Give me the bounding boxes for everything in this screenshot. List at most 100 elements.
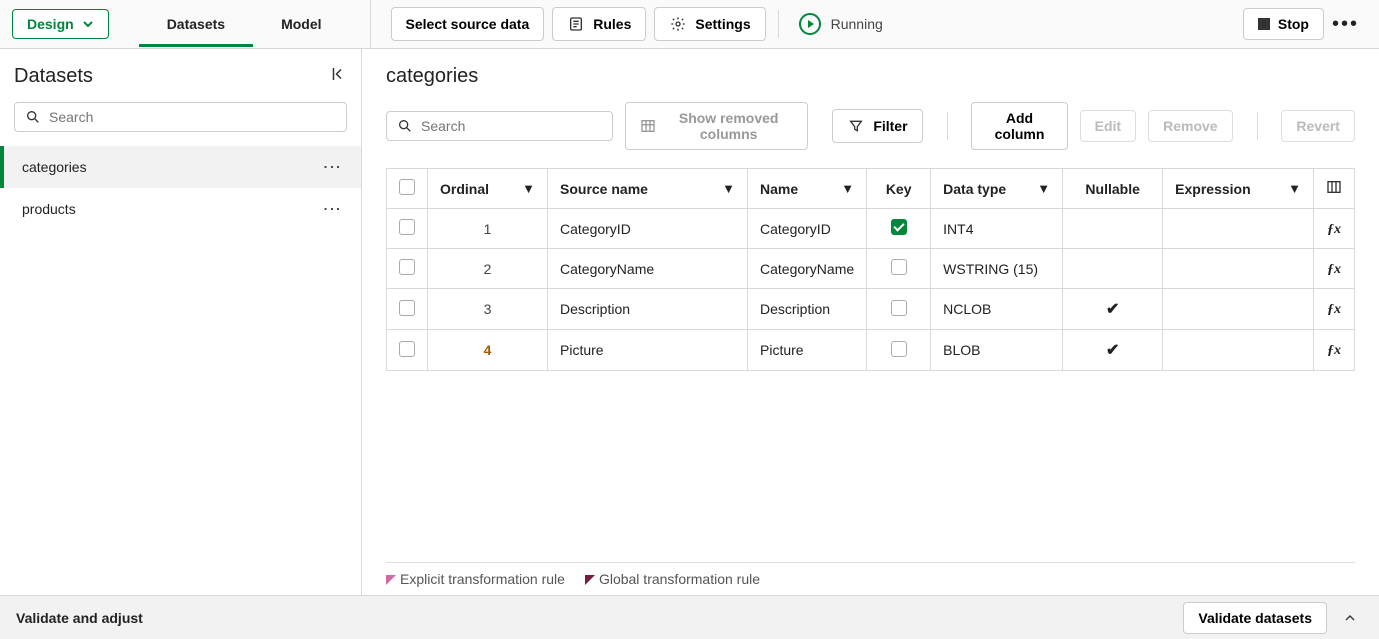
gear-icon	[669, 15, 687, 33]
key-checkbox[interactable]	[891, 259, 907, 275]
row-checkbox[interactable]	[399, 341, 415, 357]
key-checkbox[interactable]	[891, 219, 907, 235]
rules-icon	[567, 15, 585, 33]
add-column-button[interactable]: Add column	[971, 102, 1067, 150]
ordinal-value: 2	[440, 261, 535, 277]
header-key[interactable]: Key	[867, 169, 931, 209]
sidebar-search-input[interactable]	[49, 109, 336, 125]
divider	[947, 112, 948, 140]
ordinal-value: 1	[440, 221, 535, 237]
expression-cell	[1163, 249, 1314, 289]
header-nullable[interactable]: Nullable	[1063, 169, 1163, 209]
kebab-menu[interactable]: ⋮	[321, 158, 343, 176]
footer-title: Validate and adjust	[16, 610, 143, 626]
explicit-marker-icon	[386, 575, 396, 585]
source-name-cell: CategoryID	[548, 209, 748, 249]
row-checkbox[interactable]	[399, 259, 415, 275]
expression-cell	[1163, 330, 1314, 371]
source-name-cell: Description	[548, 289, 748, 330]
kebab-menu[interactable]: ⋮	[321, 200, 343, 218]
fx-icon[interactable]: ƒx	[1327, 302, 1341, 317]
columns-table: Ordinal▼ Source name▼ Name▼ Key Data typ…	[386, 168, 1355, 371]
row-checkbox[interactable]	[399, 300, 415, 316]
filter-icon[interactable]: ▼	[722, 181, 735, 196]
header-source-name[interactable]: Source name▼	[548, 169, 748, 209]
header-column-visibility[interactable]	[1314, 169, 1355, 209]
remove-button: Remove	[1148, 110, 1232, 142]
stop-button[interactable]: Stop	[1243, 8, 1324, 40]
design-dropdown[interactable]: Design	[12, 9, 109, 39]
table-row[interactable]: 2 CategoryName CategoryName WSTRING (15)…	[387, 249, 1355, 289]
design-label: Design	[27, 16, 74, 32]
validate-datasets-button[interactable]: Validate datasets	[1183, 602, 1327, 634]
source-name-cell: CategoryName	[548, 249, 748, 289]
expression-cell	[1163, 289, 1314, 330]
table-row[interactable]: 4 Picture Picture BLOB ✔ ƒx	[387, 330, 1355, 371]
name-cell: CategoryName	[748, 249, 867, 289]
rules-button[interactable]: Rules	[552, 7, 646, 41]
table-row[interactable]: 3 Description Description NCLOB ✔ ƒx	[387, 289, 1355, 330]
content-search-input[interactable]	[421, 118, 602, 134]
divider	[1257, 112, 1258, 140]
row-checkbox[interactable]	[399, 219, 415, 235]
running-icon	[799, 13, 821, 35]
source-name-cell: Picture	[548, 330, 748, 371]
global-marker-icon	[585, 575, 595, 585]
divider	[370, 0, 371, 48]
header-name[interactable]: Name▼	[748, 169, 867, 209]
header-data-type[interactable]: Data type▼	[931, 169, 1063, 209]
filter-icon[interactable]: ▼	[841, 181, 854, 196]
content-title: categories	[386, 65, 1355, 88]
stop-icon	[1258, 18, 1270, 30]
fx-icon[interactable]: ƒx	[1327, 222, 1341, 237]
chevron-down-icon	[82, 18, 94, 30]
nullable-check-icon: ✔	[1106, 301, 1119, 318]
filter-icon[interactable]: ▼	[1037, 181, 1050, 196]
header-expression[interactable]: Expression▼	[1163, 169, 1314, 209]
key-checkbox[interactable]	[891, 300, 907, 316]
collapse-sidebar-icon[interactable]	[329, 65, 347, 88]
data-type-cell: WSTRING (15)	[931, 249, 1063, 289]
sidebar-title: Datasets	[14, 65, 93, 88]
data-type-cell: BLOB	[931, 330, 1063, 371]
filter-button[interactable]: Filter	[832, 109, 922, 143]
content-search[interactable]	[386, 111, 613, 141]
sidebar-item-categories[interactable]: categories ⋮	[0, 146, 361, 188]
tab-datasets[interactable]: Datasets	[139, 2, 253, 46]
sidebar-search[interactable]	[14, 102, 347, 132]
key-checkbox[interactable]	[891, 341, 907, 357]
edit-button: Edit	[1080, 110, 1136, 142]
show-removed-columns-button[interactable]: Show removed columns	[625, 102, 808, 150]
sidebar-item-label: products	[22, 201, 76, 217]
legend: Explicit transformation rule Global tran…	[386, 562, 1355, 595]
header-checkbox[interactable]	[387, 169, 428, 209]
name-cell: CategoryID	[748, 209, 867, 249]
settings-button[interactable]: Settings	[654, 7, 765, 41]
search-icon	[397, 118, 413, 134]
more-menu[interactable]: •••	[1324, 9, 1367, 40]
ordinal-value: 3	[440, 301, 535, 317]
divider	[778, 10, 779, 38]
ordinal-value: 4	[440, 342, 535, 358]
running-status: Running	[831, 16, 883, 32]
fx-icon[interactable]: ƒx	[1327, 343, 1341, 358]
expression-cell	[1163, 209, 1314, 249]
fx-icon[interactable]: ƒx	[1327, 262, 1341, 277]
legend-global: Global transformation rule	[585, 571, 760, 587]
legend-explicit: Explicit transformation rule	[386, 571, 565, 587]
header-ordinal[interactable]: Ordinal▼	[428, 169, 548, 209]
sidebar-item-products[interactable]: products ⋮	[0, 188, 361, 230]
name-cell: Picture	[748, 330, 867, 371]
filter-icon	[847, 117, 865, 135]
grid-icon	[640, 117, 656, 135]
tab-model[interactable]: Model	[253, 2, 349, 46]
search-icon	[25, 109, 41, 125]
nullable-check-icon: ✔	[1106, 342, 1119, 359]
sidebar-item-label: categories	[22, 159, 87, 175]
filter-icon[interactable]: ▼	[522, 181, 535, 196]
filter-icon[interactable]: ▼	[1288, 181, 1301, 196]
expand-panel-icon[interactable]	[1337, 605, 1363, 631]
select-source-data-button[interactable]: Select source data	[391, 7, 545, 41]
table-row[interactable]: 1 CategoryID CategoryID INT4 ƒx	[387, 209, 1355, 249]
revert-button: Revert	[1281, 110, 1355, 142]
